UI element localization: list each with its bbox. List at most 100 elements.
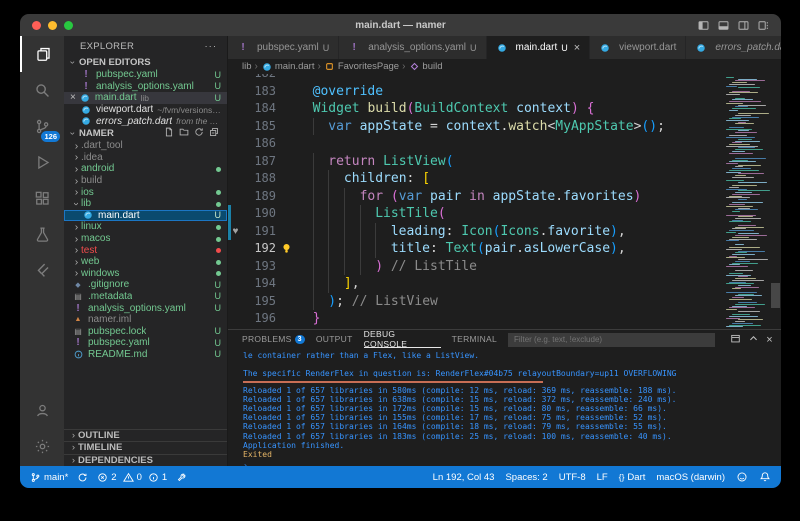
activity-explorer-icon[interactable] [20,36,64,72]
toggle-secondary-sidebar-icon[interactable] [738,20,749,31]
cursor-position[interactable]: Ln 192, Col 43 [433,472,495,483]
tree-folder-test[interactable]: ›test [64,244,227,256]
tree-folder-android[interactable]: ›android [64,163,227,175]
tree-folder-.idea[interactable]: ›.idea [64,152,227,164]
feedback-icon[interactable] [736,471,748,483]
console-line: Reloaded 1 of 657 libraries in 155ms (co… [243,413,781,422]
tree-folder-ios[interactable]: ›ios [64,186,227,198]
tree-file-pubspec.yaml[interactable]: !pubspec.yamlU [64,337,227,349]
tree-folder-macos[interactable]: ›macos [64,233,227,245]
tab-main.dart[interactable]: main.dartU× [487,36,591,59]
open-editor-item[interactable]: errors_patch.dartfrom the SDK [64,115,227,127]
devtools-icon[interactable] [176,472,187,483]
open-editor-item[interactable]: viewport.dart~/fvm/versions/stable/packa… [64,104,227,116]
panel-tab-output[interactable]: OUTPUT [316,331,353,348]
project-section-header[interactable]: ›NAMER [64,127,227,140]
console-filter-input[interactable] [508,333,715,347]
tree-folder-build[interactable]: ›build [64,175,227,187]
activity-source-control-icon[interactable]: 126 [20,108,64,144]
breadcrumb-item-main.dart[interactable]: main.dart [261,61,315,72]
new-folder-icon[interactable] [179,127,189,140]
device-selector[interactable]: macOS (darwin) [656,472,725,483]
toggle-primary-sidebar-icon[interactable] [698,20,709,31]
code-line-195: 195); // ListView [228,293,723,311]
code-editor[interactable]: 182183@override184Widget build(BuildCont… [228,74,723,329]
minimize-window-button[interactable] [48,21,57,30]
tree-file-.metadata[interactable]: ▤.metadataU [64,291,227,303]
explorer-more-actions-icon[interactable]: ··· [205,41,218,52]
chevron-right-icon: › [72,175,81,187]
close-editor-icon[interactable]: × [70,92,76,103]
code-line-187: 187return ListView( [228,153,723,171]
tab-analysis_options.yaml[interactable]: !analysis_options.yamlU [339,36,486,59]
code-line-185: 185var appState = context.watch<MyAppSta… [228,118,723,136]
tree-file-main.dart[interactable]: main.dartU [64,210,227,222]
tree-folder-.dart_tool[interactable]: ›.dart_tool [64,140,227,152]
breadcrumb-item-lib[interactable]: lib [242,61,252,72]
panel-tab-debug-console[interactable]: DEBUG CONSOLE [364,331,441,348]
zoom-window-button[interactable] [64,21,73,30]
editor-scrollbar[interactable] [770,74,781,329]
open-editor-item[interactable]: ×main.dartlibU [64,92,227,104]
minimap[interactable] [723,74,770,329]
problems-status-item[interactable]: 2 0 1 [97,472,167,483]
indentation-status[interactable]: Spaces: 2 [505,472,547,483]
notifications-bell-icon[interactable] [759,471,771,483]
section-timeline[interactable]: ›TIMELINE [64,441,227,454]
breadcrumb: lib›main.dart›FavoritesPage›build [228,59,781,74]
activity-extensions-icon[interactable] [20,180,64,216]
open-editor-label: pubspec.yaml [96,69,158,80]
close-tab-icon[interactable]: × [574,42,580,54]
close-panel-icon[interactable]: × [766,334,773,346]
tree-file-namer.iml[interactable]: ▲namer.iml [64,314,227,326]
tab-pubspec.yaml[interactable]: !pubspec.yamlU [228,36,339,59]
account-icon[interactable] [20,392,64,428]
section-outline[interactable]: ›OUTLINE [64,429,227,442]
encoding-status[interactable]: UTF-8 [559,472,586,483]
branch-status-item[interactable]: main* [30,472,68,483]
collapse-folders-icon[interactable] [209,127,219,140]
debug-console-output[interactable]: le container rather than a Flex, like a … [228,348,781,466]
text-file-icon: ▤ [72,326,84,337]
panel-tab-terminal[interactable]: TERMINAL [452,331,497,348]
refresh-explorer-icon[interactable] [194,127,204,140]
tab-label: main.dart [516,42,558,53]
dart-file-icon [599,42,611,53]
open-editor-item[interactable]: !pubspec.yamlU [64,69,227,81]
section-dependencies[interactable]: ›DEPENDENCIES [64,454,227,467]
tree-file-README.md[interactable]: README.mdU [64,349,227,361]
activity-testing-icon[interactable] [20,216,64,252]
breadcrumb-item-build[interactable]: build [408,61,442,72]
settings-gear-icon[interactable] [20,428,64,464]
eol-status[interactable]: LF [597,472,608,483]
language-mode[interactable]: {} Dart [619,472,646,483]
chevron-right-icon: › [72,244,81,256]
tree-folder-web[interactable]: ›web [64,256,227,268]
scrollbar-thumb[interactable] [771,283,780,308]
tree-file-.gitignore[interactable]: ◆.gitignoreU [64,279,227,291]
open-editors-header[interactable]: ›OPEN EDITORS [64,56,227,69]
new-file-icon[interactable] [164,127,174,140]
git-status-dot [216,248,221,253]
close-window-button[interactable] [32,21,41,30]
activity-run-debug-icon[interactable] [20,144,64,180]
sync-button[interactable] [77,472,88,483]
tree-file-pubspec.lock[interactable]: ▤pubspec.lockU [64,325,227,337]
panel-tab-problems[interactable]: PROBLEMS3 [242,331,305,348]
customize-layout-icon[interactable] [758,20,769,31]
gitignore-icon: ◆ [72,279,84,290]
tree-file-analysis_options.yaml[interactable]: !analysis_options.yamlU [64,302,227,314]
editor-tabs: !pubspec.yamlU!analysis_options.yamlUmai… [228,36,781,59]
panel-views-icon[interactable] [730,333,741,346]
tree-folder-linux[interactable]: ›linux [64,221,227,233]
toggle-panel-icon[interactable] [718,20,729,31]
activity-search-icon[interactable] [20,72,64,108]
activity-flutter-icon[interactable] [20,252,64,288]
tab-viewport.dart[interactable]: viewport.dart [590,36,686,59]
tab-errors_patch.dart[interactable]: errors_patch.dart [686,36,781,59]
maximize-panel-icon[interactable] [748,333,759,346]
tree-folder-windows[interactable]: ›windows [64,268,227,280]
breadcrumb-item-FavoritesPage[interactable]: FavoritesPage [324,61,399,72]
open-editor-item[interactable]: !analysis_options.yamlU [64,81,227,93]
tree-folder-lib[interactable]: ›lib [64,198,227,210]
